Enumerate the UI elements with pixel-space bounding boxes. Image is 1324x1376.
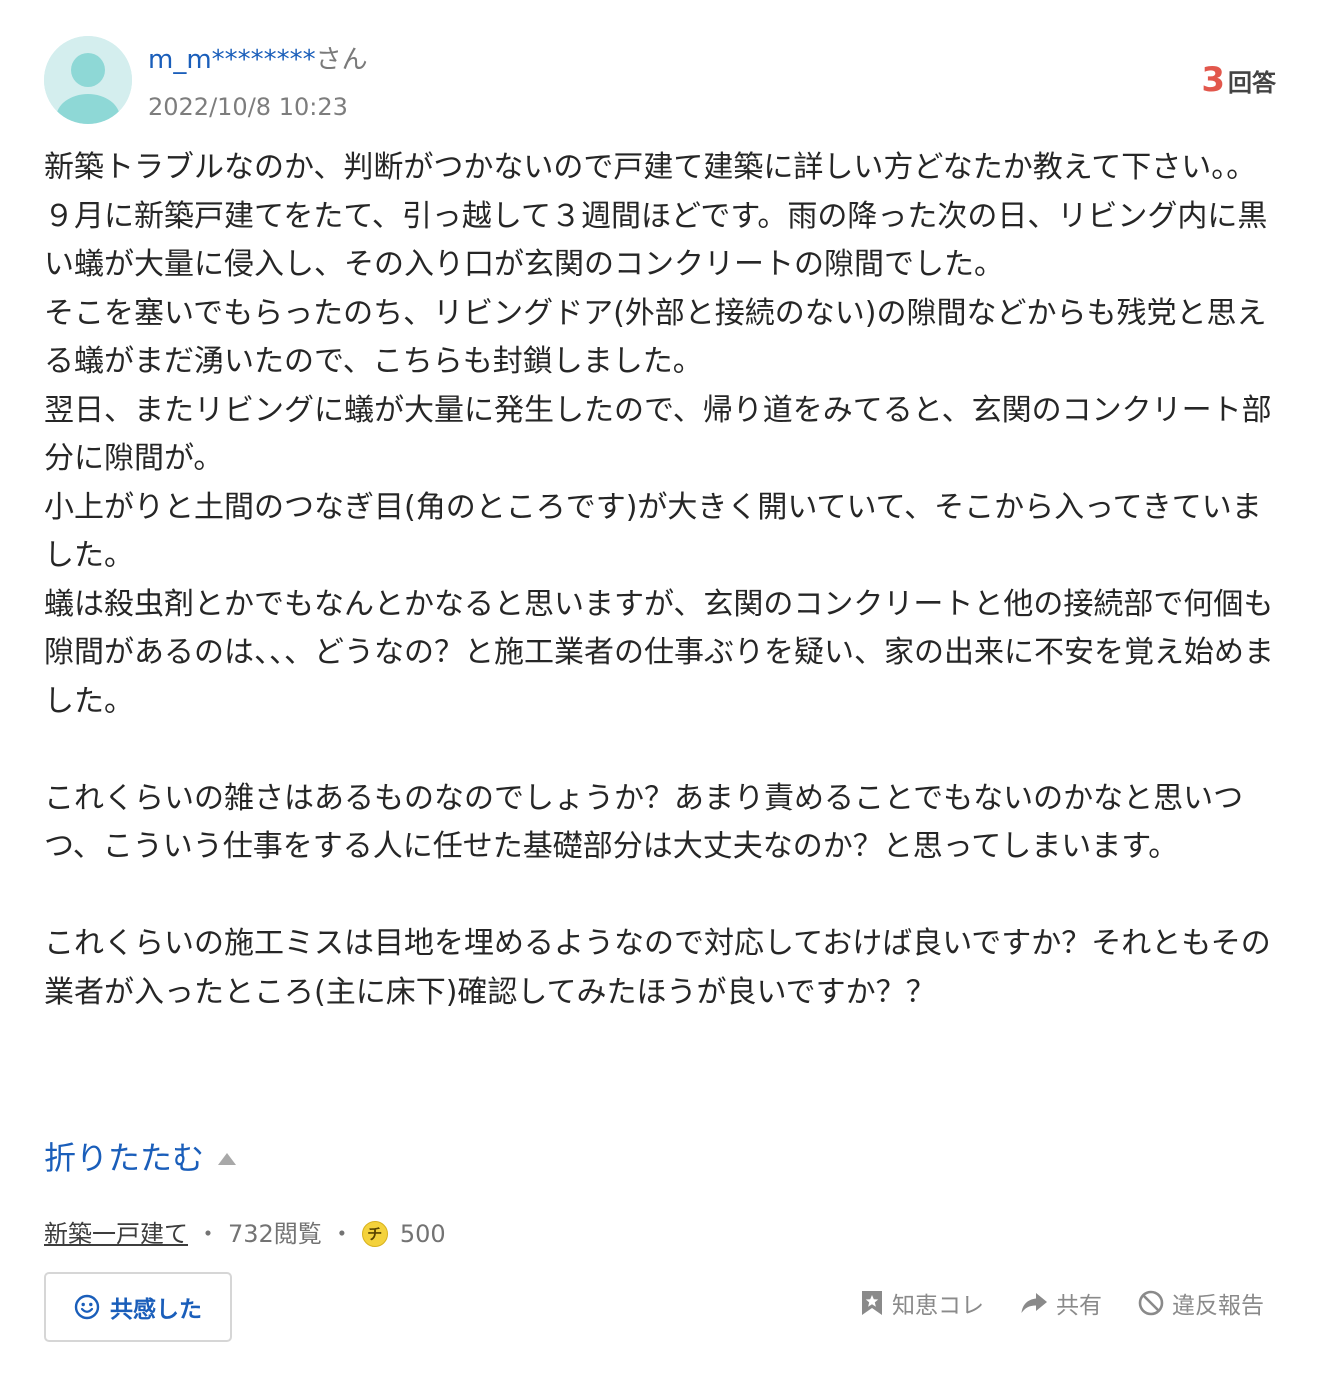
post-date: 2022/10/8 10:23 (148, 93, 348, 121)
question-meta: 新築一戸建て ・ 732閲覧 ・ チ 500 (44, 1216, 446, 1252)
view-count: 732閲覧 (228, 1220, 322, 1248)
answer-count[interactable]: 3 回答 (1201, 60, 1276, 100)
avatar[interactable] (44, 36, 132, 124)
category-link[interactable]: 新築一戸建て (44, 1216, 188, 1252)
chiebukuro-collection-label: 知恵コレ (892, 1293, 984, 1319)
collapse-label: 折りたたむ (44, 1139, 205, 1177)
report-button[interactable]: 違反報告 (1138, 1286, 1264, 1320)
collapse-button[interactable]: 折りたたむ (44, 1136, 237, 1180)
coin-icon: チ (361, 1221, 388, 1247)
answer-count-number: 3 (1201, 60, 1225, 100)
meta-separator: ・ (196, 1220, 220, 1248)
smile-icon (74, 1294, 100, 1320)
prohibited-icon (1138, 1290, 1164, 1316)
questioner-name[interactable]: m_m********さん (148, 44, 368, 76)
share-label: 共有 (1056, 1293, 1102, 1319)
share-button[interactable]: 共有 (1020, 1286, 1102, 1320)
empathy-button[interactable]: 共感した (44, 1272, 232, 1342)
questioner-suffix: さん (315, 45, 368, 75)
report-label: 違反報告 (1172, 1293, 1264, 1319)
meta-separator: ・ (329, 1220, 354, 1248)
question-text: 新築トラブルなのか、判断がつかないので戸建て建築に詳しい方どなたか教えて下さい。… (44, 150, 1274, 1010)
bookmark-star-icon (862, 1291, 882, 1315)
empathy-label: 共感した (110, 1297, 202, 1323)
chiebukuro-collection-button[interactable]: 知恵コレ (860, 1286, 984, 1320)
coin-amount: 500 (399, 1220, 446, 1248)
answer-count-label: 回答 (1228, 69, 1276, 97)
questioner-id[interactable]: m_m******** (148, 45, 316, 75)
caret-up-icon (218, 1153, 237, 1165)
user-avatar-icon (44, 36, 132, 124)
share-arrow-icon (1021, 1293, 1047, 1313)
question-body: 新築トラブルなのか、判断がつかないので戸建て建築に詳しい方どなたか教えて下さい。… (44, 144, 1280, 1017)
action-bar: 知恵コレ 共有 違反報告 (824, 1286, 1264, 1320)
